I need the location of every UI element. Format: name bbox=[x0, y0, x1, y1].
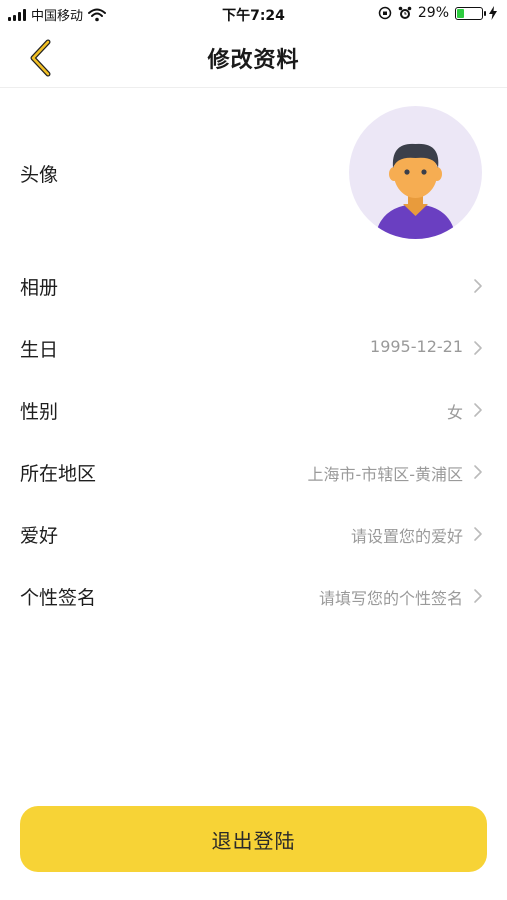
row-value: 请填写您的个性签名 bbox=[318, 589, 463, 608]
row-birthday[interactable]: 生日 1995-12-21 bbox=[0, 323, 507, 373]
chevron-right-icon bbox=[474, 341, 482, 355]
row-value: 上海市-市辖区-黄浦区 bbox=[307, 465, 463, 484]
status-right: 29% bbox=[378, 5, 497, 21]
battery-icon bbox=[455, 6, 486, 20]
row-hobbies[interactable]: 爱好 请设置您的爱好 bbox=[0, 509, 507, 559]
status-bar: 中国移动 下午7:24 29% bbox=[0, 0, 507, 28]
row-label: 生日 bbox=[20, 339, 59, 361]
avatar[interactable] bbox=[349, 106, 482, 239]
logout-button[interactable]: 退出登陆 bbox=[20, 806, 487, 872]
chevron-right-icon bbox=[474, 527, 482, 541]
chevron-right-icon bbox=[474, 465, 482, 479]
row-value: 请设置您的爱好 bbox=[350, 527, 463, 546]
battery-percent: 29% bbox=[417, 5, 449, 21]
avatar-label: 头像 bbox=[20, 164, 59, 186]
row-value: 1995-12-21 bbox=[370, 337, 463, 356]
page-title: 修改资料 bbox=[207, 48, 300, 73]
nav-header: 修改资料 bbox=[0, 28, 507, 88]
row-label: 爱好 bbox=[20, 525, 59, 547]
chevron-right-icon bbox=[474, 279, 482, 293]
orientation-lock-icon bbox=[378, 6, 392, 20]
charging-icon bbox=[489, 6, 497, 20]
battery-fill bbox=[457, 8, 464, 18]
row-label: 个性签名 bbox=[20, 587, 97, 609]
row-gender[interactable]: 性别 女 bbox=[0, 385, 507, 435]
row-label: 所在地区 bbox=[20, 463, 97, 485]
row-label: 性别 bbox=[20, 401, 59, 423]
chevron-right-icon bbox=[474, 589, 482, 603]
row-signature[interactable]: 个性签名 请填写您的个性签名 bbox=[0, 571, 507, 621]
row-value: 女 bbox=[446, 403, 463, 422]
user-avatar-icon bbox=[375, 143, 456, 239]
profile-edit-screen: 中国移动 下午7:24 29% 修改资料 头像 相册 生日 1995-12-21… bbox=[0, 0, 507, 900]
row-album[interactable]: 相册 bbox=[0, 261, 507, 311]
avatar-row[interactable]: 头像 bbox=[0, 100, 507, 245]
row-region[interactable]: 所在地区 上海市-市辖区-黄浦区 bbox=[0, 447, 507, 497]
row-label: 相册 bbox=[20, 277, 59, 299]
alarm-icon bbox=[398, 6, 412, 19]
chevron-right-icon bbox=[474, 403, 482, 417]
